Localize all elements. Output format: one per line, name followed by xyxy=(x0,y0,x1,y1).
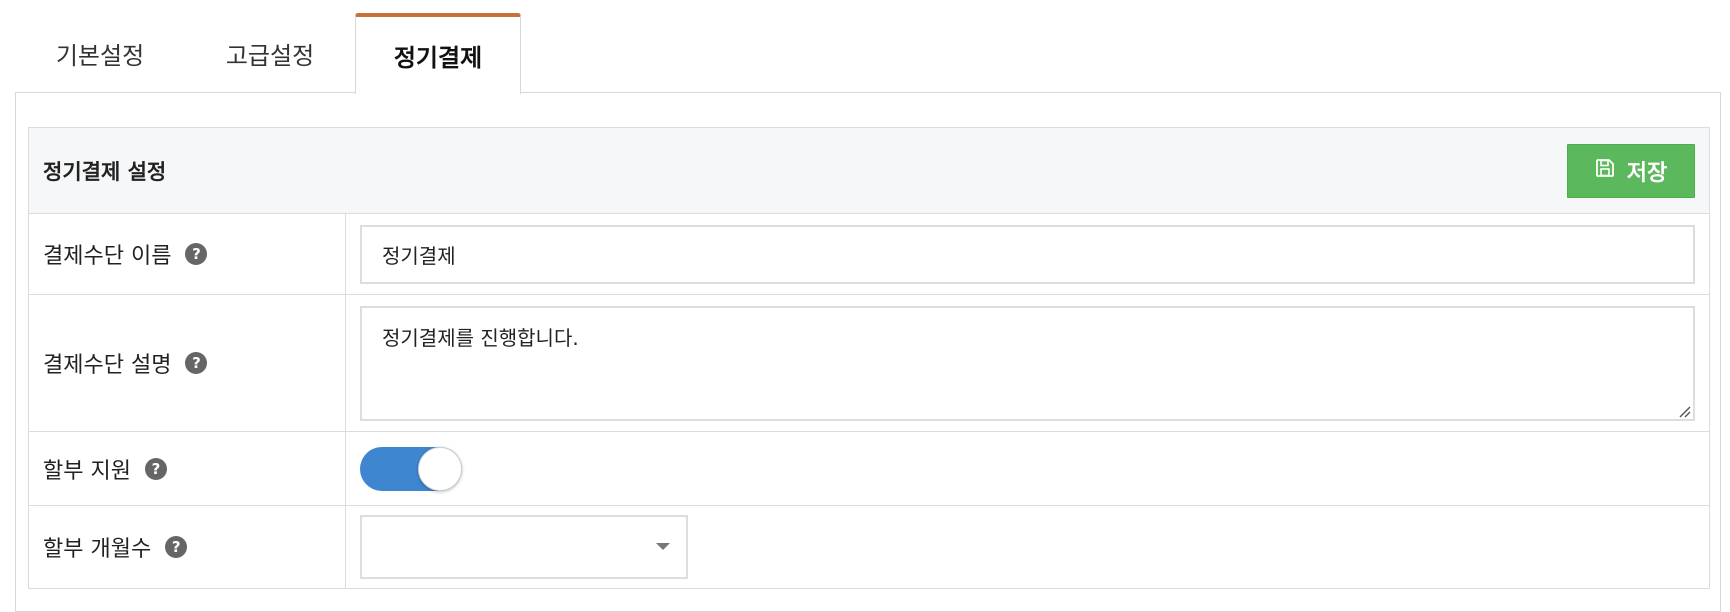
payment-description-textarea[interactable]: 정기결제를 진행합니다. xyxy=(360,305,1695,421)
tab-recurring-payment[interactable]: 정기결제 xyxy=(355,13,521,94)
installment-months-value-cell xyxy=(346,506,1709,588)
installment-support-toggle[interactable] xyxy=(360,446,462,491)
question-circle-icon[interactable]: ? xyxy=(165,536,188,558)
question-circle-icon[interactable]: ? xyxy=(185,352,208,374)
payment-description-wrap: 정기결제를 진행합니다. xyxy=(360,305,1695,421)
tab-advanced-settings[interactable]: 고급설정 xyxy=(185,13,355,93)
row-installment-support: 할부 지원 ? xyxy=(29,432,1709,506)
installment-months-select[interactable] xyxy=(360,515,688,579)
installment-support-label-cell: 할부 지원 ? xyxy=(29,432,346,505)
section-title: 정기결제 설정 xyxy=(43,159,167,184)
save-button[interactable]: 저장 xyxy=(1567,143,1695,198)
row-payment-description: 결제수단 설명 ? 정기결제를 진행합니다. xyxy=(29,295,1709,432)
tab-panel: 정기결제 설정 저장 결제수단 이름 ? 정기결제 결제수단 설명 ? 정기결제… xyxy=(15,92,1721,612)
section-header: 정기결제 설정 저장 xyxy=(29,128,1709,214)
installment-support-label: 할부 지원 xyxy=(43,458,131,484)
payment-name-label: 결제수단 이름 xyxy=(43,244,172,269)
payment-name-label-cell: 결제수단 이름 ? xyxy=(29,214,346,294)
tab-basic-settings[interactable]: 기본설정 xyxy=(15,13,185,93)
chevron-down-icon xyxy=(656,543,670,550)
recurring-payment-settings-section: 정기결제 설정 저장 결제수단 이름 ? 정기결제 결제수단 설명 ? 정기결제… xyxy=(28,127,1710,589)
payment-name-value-cell xyxy=(346,214,1709,294)
payment-description-label: 결제수단 설명 xyxy=(43,353,172,378)
tab-bar: 기본설정 고급설정 정기결제 xyxy=(15,13,521,94)
installment-months-label-cell: 할부 개월수 ? xyxy=(29,506,346,588)
installment-months-selected xyxy=(362,535,402,559)
toggle-knob xyxy=(418,446,462,491)
row-payment-name: 결제수단 이름 ? xyxy=(29,214,1709,295)
resize-handle-icon[interactable] xyxy=(1677,403,1691,417)
payment-description-value-cell: 정기결제를 진행합니다. xyxy=(346,295,1709,431)
save-button-label: 저장 xyxy=(1626,160,1668,186)
row-installment-months: 할부 개월수 ? xyxy=(29,506,1709,588)
floppy-disk-icon xyxy=(1595,158,1615,184)
payment-name-input[interactable] xyxy=(360,224,1695,284)
question-circle-icon[interactable]: ? xyxy=(144,457,167,480)
installment-months-label: 할부 개월수 xyxy=(43,537,152,562)
installment-support-value-cell xyxy=(346,432,1709,505)
payment-description-label-cell: 결제수단 설명 ? xyxy=(29,295,346,431)
question-circle-icon[interactable]: ? xyxy=(185,243,208,265)
